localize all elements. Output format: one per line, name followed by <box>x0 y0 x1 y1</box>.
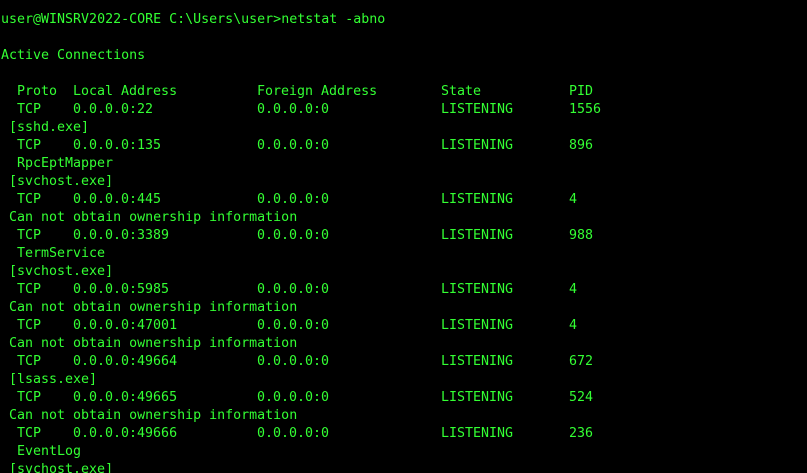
cell-state: LISTENING <box>441 390 514 405</box>
cell-local-address: 0.0.0.0:47001 <box>73 318 178 333</box>
cell-foreign-address: 0.0.0.0:0 <box>257 390 330 405</box>
cell-pid: 524 <box>569 390 594 405</box>
header-foreign-address: Foreign Address <box>257 84 378 99</box>
cell-proto: TCP <box>17 282 42 297</box>
command-text: netstat -abno <box>281 12 386 27</box>
table-row: TCP 0.0.0.0:5985 0.0.0.0:0 LISTENING 4 <box>1 281 807 299</box>
table-header: Proto Local Address Foreign Address Stat… <box>1 83 807 101</box>
connection-list: TCP 0.0.0.0:22 0.0.0.0:0 LISTENING 1556 [sshd… <box>1 101 807 473</box>
table-row: TCP 0.0.0.0:49664 0.0.0.0:0 LISTENING 672 <box>1 353 807 371</box>
prompt: user@WINSRV2022-CORE C:\Users\user> <box>1 12 282 27</box>
command-line: user@WINSRV2022-CORE C:\Users\user>netst… <box>1 11 807 29</box>
service-name: EventLog <box>17 444 82 459</box>
cell-pid: 988 <box>569 228 594 243</box>
cell-local-address: 0.0.0.0:3389 <box>73 228 170 243</box>
cell-proto: TCP <box>17 318 42 333</box>
cell-foreign-address: 0.0.0.0:0 <box>257 192 330 207</box>
cell-state: LISTENING <box>441 102 514 117</box>
cell-foreign-address: 0.0.0.0:0 <box>257 354 330 369</box>
process-name: [svchost.exe] <box>9 462 114 473</box>
cell-foreign-address: 0.0.0.0:0 <box>257 426 330 441</box>
cell-proto: TCP <box>17 426 42 441</box>
cell-proto: TCP <box>17 192 42 207</box>
table-row: TCP 0.0.0.0:445 0.0.0.0:0 LISTENING 4 <box>1 191 807 209</box>
table-row: TCP 0.0.0.0:49666 0.0.0.0:0 LISTENING 236 <box>1 425 807 443</box>
cell-proto: TCP <box>17 102 42 117</box>
cell-pid: 4 <box>569 282 578 297</box>
cell-foreign-address: 0.0.0.0:0 <box>257 318 330 333</box>
cell-state: LISTENING <box>441 138 514 153</box>
terminal-output: user@WINSRV2022-CORE C:\Users\user>netst… <box>1 11 807 473</box>
cell-pid: 4 <box>569 192 578 207</box>
table-row: TCP 0.0.0.0:3389 0.0.0.0:0 LISTENING 988 <box>1 227 807 245</box>
cell-state: LISTENING <box>441 354 514 369</box>
ownership-note: Can not obtain ownership information <box>9 210 298 225</box>
ownership-note: Can not obtain ownership information <box>9 300 298 315</box>
ownership-note: Can not obtain ownership information <box>9 336 298 351</box>
header-pid: PID <box>569 84 594 99</box>
cell-proto: TCP <box>17 390 42 405</box>
table-row: TCP 0.0.0.0:22 0.0.0.0:0 LISTENING 1556 <box>1 101 807 119</box>
cell-state: LISTENING <box>441 192 514 207</box>
cell-pid: 896 <box>569 138 594 153</box>
cell-pid: 4 <box>569 318 578 333</box>
cell-pid: 236 <box>569 426 594 441</box>
process-name: [svchost.exe] <box>9 264 114 279</box>
cell-state: LISTENING <box>441 282 514 297</box>
cell-local-address: 0.0.0.0:49664 <box>73 354 178 369</box>
cell-foreign-address: 0.0.0.0:0 <box>257 102 330 117</box>
cell-local-address: 0.0.0.0:135 <box>73 138 162 153</box>
cell-pid: 1556 <box>569 102 602 117</box>
cell-foreign-address: 0.0.0.0:0 <box>257 138 330 153</box>
cell-state: LISTENING <box>441 318 514 333</box>
cell-foreign-address: 0.0.0.0:0 <box>257 282 330 297</box>
cell-foreign-address: 0.0.0.0:0 <box>257 228 330 243</box>
cell-state: LISTENING <box>441 228 514 243</box>
process-name: [sshd.exe] <box>9 120 90 135</box>
cell-proto: TCP <box>17 138 42 153</box>
service-name: RpcEptMapper <box>17 156 114 171</box>
process-name: [lsass.exe] <box>9 372 98 387</box>
terminal-window[interactable]: user@WINSRV2022-CORE C:\Users\user>netst… <box>0 0 807 473</box>
cell-pid: 672 <box>569 354 594 369</box>
process-name: [svchost.exe] <box>9 174 114 189</box>
cell-local-address: 0.0.0.0:445 <box>73 192 162 207</box>
header-local-address: Local Address <box>73 84 178 99</box>
cell-proto: TCP <box>17 228 42 243</box>
service-name: TermService <box>17 246 106 261</box>
cell-local-address: 0.0.0.0:5985 <box>73 282 170 297</box>
cell-local-address: 0.0.0.0:49665 <box>73 390 178 405</box>
cell-proto: TCP <box>17 354 42 369</box>
header-proto: Proto <box>17 84 58 99</box>
table-row: TCP 0.0.0.0:49665 0.0.0.0:0 LISTENING 524 <box>1 389 807 407</box>
header-state: State <box>441 84 482 99</box>
table-row: TCP 0.0.0.0:47001 0.0.0.0:0 LISTENING 4 <box>1 317 807 335</box>
ownership-note: Can not obtain ownership information <box>9 408 298 423</box>
cell-local-address: 0.0.0.0:49666 <box>73 426 178 441</box>
cell-state: LISTENING <box>441 426 514 441</box>
section-title: Active Connections <box>1 48 146 63</box>
table-row: TCP 0.0.0.0:135 0.0.0.0:0 LISTENING 896 <box>1 137 807 155</box>
cell-local-address: 0.0.0.0:22 <box>73 102 154 117</box>
